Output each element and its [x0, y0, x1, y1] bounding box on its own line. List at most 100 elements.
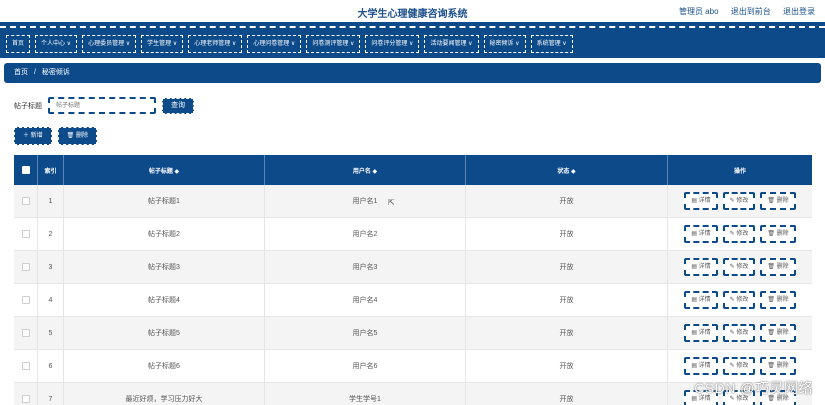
- header-title[interactable]: 帖子标题 ◆: [64, 155, 265, 185]
- nav-items: 首页 个人中心 ∨ 心理委员管理 ∨ 学生管理 ∨ 心理老师管理 ∨ 心理问卷管理 ∨ 问卷…: [6, 35, 578, 53]
- table-row: 3 帖子标题3 用户名3 开放 ▤ 详情 ✎ 修改 🗑 删除: [14, 251, 812, 284]
- edit-button[interactable]: ✎ 修改: [722, 225, 756, 243]
- logout-link[interactable]: 退出登录: [783, 7, 815, 16]
- row-username: 用户名2: [265, 218, 466, 250]
- table-row: 1 帖子标题1 用户名1 开放 ▤ 详情 ✎ 修改 🗑 删除: [14, 185, 812, 218]
- row-select-cell: [14, 218, 38, 250]
- search-input[interactable]: [48, 97, 156, 114]
- current-user: 管理员 abo: [678, 7, 719, 16]
- breadcrumb-current: 秘密倾诉: [41, 69, 70, 76]
- header-status[interactable]: 状态 ◆: [466, 155, 668, 185]
- top-header: 大学生心理健康咨询系统 管理员 abo 退出到前台 退出登录: [0, 0, 825, 22]
- row-username: 学生学号1: [265, 383, 466, 405]
- row-index: 6: [38, 350, 64, 382]
- row-username: 用户名3: [265, 251, 466, 283]
- detail-button[interactable]: ▤ 详情: [684, 324, 718, 342]
- nav-item-3[interactable]: 学生管理 ∨: [141, 35, 184, 53]
- row-actions: ▤ 详情 ✎ 修改 🗑 删除: [668, 218, 812, 250]
- detail-button[interactable]: ▤ 详情: [684, 357, 718, 375]
- row-index: 1: [38, 185, 64, 217]
- row-checkbox[interactable]: [21, 263, 30, 271]
- row-index: 3: [38, 251, 64, 283]
- search-button[interactable]: 查询: [162, 97, 194, 114]
- row-actions: ▤ 详情 ✎ 修改 🗑 删除: [668, 284, 812, 316]
- breadcrumb: 首页 / 秘密倾诉: [4, 63, 821, 83]
- table-row: 6 帖子标题6 用户名6 开放 ▤ 详情 ✎ 修改 🗑 删除: [14, 350, 812, 383]
- nav-item-8[interactable]: 活动要闻管理 ∨: [424, 35, 479, 53]
- nav-item-10[interactable]: 系统管理 ∨: [530, 35, 573, 53]
- detail-button[interactable]: ▤ 详情: [684, 291, 718, 309]
- row-select-cell: [14, 185, 38, 217]
- row-checkbox[interactable]: [21, 329, 30, 337]
- select-all-checkbox[interactable]: [21, 166, 30, 174]
- nav-item-0[interactable]: 首页: [6, 35, 31, 53]
- row-status: 开放: [466, 251, 668, 283]
- back-to-front-link[interactable]: 退出到前台: [731, 7, 771, 16]
- edit-button[interactable]: ✎ 修改: [722, 357, 756, 375]
- user-links: 管理员 abo 退出到前台 退出登录: [669, 6, 815, 17]
- row-username: 用户名4: [265, 284, 466, 316]
- row-select-cell: [14, 251, 38, 283]
- nav-item-6[interactable]: 问卷测评管理 ∨: [306, 35, 361, 53]
- row-status: 开放: [466, 218, 668, 250]
- row-username: 用户名6: [265, 350, 466, 382]
- row-status: 开放: [466, 317, 668, 349]
- row-select-cell: [14, 317, 38, 349]
- row-title: 帖子标题5: [64, 317, 265, 349]
- delete-button[interactable]: 🗑 删除: [57, 127, 97, 145]
- select-all-cell: [14, 155, 38, 185]
- detail-button[interactable]: ▤ 详情: [684, 192, 718, 210]
- nav-item-1[interactable]: 个人中心 ∨: [35, 35, 78, 53]
- row-delete-button[interactable]: 🗑 删除: [760, 291, 796, 309]
- row-actions: ▤ 详情 ✎ 修改 🗑 删除: [668, 185, 812, 217]
- row-actions: ▤ 详情 ✎ 修改 🗑 删除: [668, 251, 812, 283]
- search-row: 帖子标题 查询: [14, 97, 194, 114]
- row-checkbox[interactable]: [21, 395, 30, 403]
- detail-button[interactable]: ▤ 详情: [684, 225, 718, 243]
- row-username: 用户名5: [265, 317, 466, 349]
- row-index: 4: [38, 284, 64, 316]
- row-title: 帖子标题1: [64, 185, 265, 217]
- table-header: 索引 帖子标题 ◆ 用户名 ◆ 状态 ◆ 操作: [14, 155, 812, 185]
- row-checkbox[interactable]: [21, 197, 30, 205]
- nav-item-5[interactable]: 心理问卷管理 ∨: [247, 35, 302, 53]
- row-index: 7: [38, 383, 64, 405]
- main-nav: 首页 个人中心 ∨ 心理委员管理 ∨ 学生管理 ∨ 心理老师管理 ∨ 心理问卷管理 ∨ 问卷…: [0, 22, 825, 58]
- nav-item-2[interactable]: 心理委员管理 ∨: [82, 35, 137, 53]
- row-title: 最近好烦，学习压力好大: [64, 383, 265, 405]
- nav-item-9[interactable]: 秘密倾诉 ∨: [483, 35, 526, 53]
- edit-button[interactable]: ✎ 修改: [722, 192, 756, 210]
- row-index: 2: [38, 218, 64, 250]
- watermark: CSDN @巧灵网络: [694, 380, 813, 396]
- row-select-cell: [14, 350, 38, 382]
- add-button[interactable]: ＋ 新增: [14, 127, 52, 145]
- edit-button[interactable]: ✎ 修改: [722, 324, 756, 342]
- table-row: 7 最近好烦，学习压力好大 学生学号1 开放 ▤ 详情 ✎ 修改 🗑 删除: [14, 383, 812, 405]
- nav-item-7[interactable]: 问卷评分管理 ∨: [365, 35, 420, 53]
- mouse-cursor-icon: ⇱: [388, 198, 395, 207]
- edit-button[interactable]: ✎ 修改: [722, 291, 756, 309]
- header-username[interactable]: 用户名 ◆: [265, 155, 466, 185]
- row-title: 帖子标题3: [64, 251, 265, 283]
- breadcrumb-home[interactable]: 首页: [14, 69, 28, 76]
- row-username: 用户名1: [265, 185, 466, 217]
- row-delete-button[interactable]: 🗑 删除: [760, 357, 796, 375]
- row-delete-button[interactable]: 🗑 删除: [760, 225, 796, 243]
- row-status: 开放: [466, 185, 668, 217]
- row-delete-button[interactable]: 🗑 删除: [760, 324, 796, 342]
- detail-button[interactable]: ▤ 详情: [684, 258, 718, 276]
- edit-button[interactable]: ✎ 修改: [722, 258, 756, 276]
- table-row: 5 帖子标题5 用户名5 开放 ▤ 详情 ✎ 修改 🗑 删除: [14, 317, 812, 350]
- row-title: 帖子标题4: [64, 284, 265, 316]
- row-title: 帖子标题6: [64, 350, 265, 382]
- row-checkbox[interactable]: [21, 230, 30, 238]
- row-status: 开放: [466, 350, 668, 382]
- row-delete-button[interactable]: 🗑 删除: [760, 258, 796, 276]
- table-row: 4 帖子标题4 用户名4 开放 ▤ 详情 ✎ 修改 🗑 删除: [14, 284, 812, 317]
- row-delete-button[interactable]: 🗑 删除: [760, 192, 796, 210]
- row-checkbox[interactable]: [21, 362, 30, 370]
- data-table: 索引 帖子标题 ◆ 用户名 ◆ 状态 ◆ 操作 1 帖子标题1 用户名1 开放 ▤ 详情…: [14, 155, 812, 405]
- row-checkbox[interactable]: [21, 296, 30, 304]
- nav-item-4[interactable]: 心理老师管理 ∨: [188, 35, 243, 53]
- breadcrumb-separator: /: [33, 69, 36, 76]
